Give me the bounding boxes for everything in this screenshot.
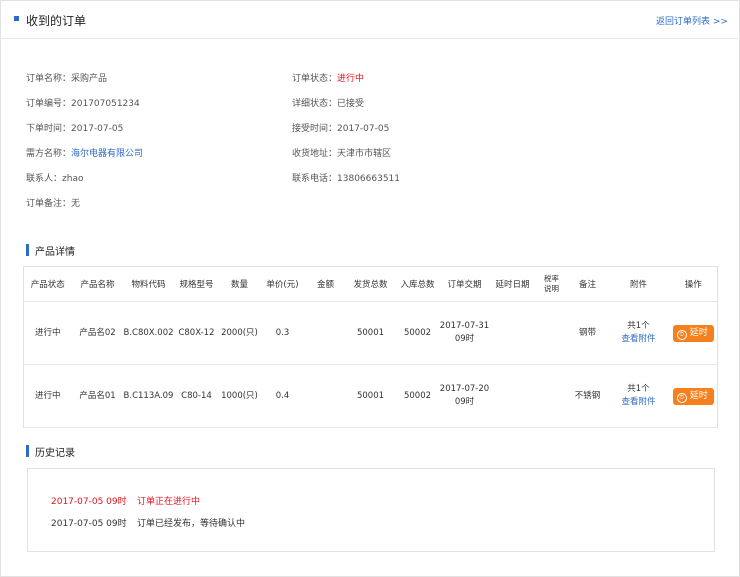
col-header: 税率说明 — [535, 266, 568, 302]
view-attachment-link[interactable]: 查看附件 — [621, 397, 655, 407]
action-cell: ⏱ 延时 — [669, 301, 718, 365]
info-delivery-address: 收货地址：天津市市辖区 — [292, 149, 392, 159]
info-buyer-name: 需方名称：海尔电器有限公司 — [26, 149, 144, 159]
delay-button[interactable]: ⏱ 延时 — [672, 324, 714, 342]
col-header: 订单交期 — [439, 266, 490, 302]
info-accept-time: 接受时间：2017-07-05 — [292, 124, 390, 134]
table-row: 进行中 产品名01 B.C113A.09 C80-14 1000(只) 0.4 … — [23, 364, 718, 428]
delivery-date-cell: 2017-07-20 09时 — [439, 364, 490, 428]
buyer-name-link[interactable]: 海尔电器有限公司 — [71, 149, 143, 159]
info-contact: 联系人：zhao — [26, 174, 84, 184]
info-order-name: 订单名称：采购产品 — [26, 74, 108, 84]
col-header: 产品名称 — [71, 266, 124, 302]
table-row: 进行中 产品名02 B.C80X.002 C80X-12 2000(只) 0.3… — [23, 301, 718, 365]
page-header: 收到的订单 返回订单列表 >> — [0, 0, 738, 39]
col-header: 规格型号 — [173, 266, 220, 302]
history-entry: 2017-07-05 09时 订单已经发布，等待确认中 — [51, 519, 246, 529]
info-order-status: 订单状态：进行中 — [292, 74, 365, 84]
attachment-cell: 共1个 查看附件 — [607, 301, 670, 365]
section-marker-icon — [26, 445, 29, 457]
table-header-row: 产品状态 产品名称 物料代码 规格型号 数量 单价(元) 金额 发货总数 入库总… — [23, 266, 718, 302]
col-header: 单价(元) — [259, 266, 306, 302]
status-badge: 进行中 — [337, 74, 365, 84]
action-cell: ⏱ 延时 — [669, 364, 718, 428]
info-detail-status: 详细状态：已接受 — [292, 99, 365, 109]
col-header: 延时日期 — [489, 266, 536, 302]
history-entry: 2017-07-05 09时 订单正在进行中 — [51, 497, 201, 507]
back-to-order-list-link[interactable]: 返回订单列表 >> — [656, 14, 728, 27]
col-header: 入库总数 — [395, 266, 440, 302]
view-attachment-link[interactable]: 查看附件 — [621, 334, 655, 344]
col-header: 数量 — [219, 266, 260, 302]
page-title: 收到的订单 — [26, 14, 87, 28]
history-panel: 2017-07-05 09时 订单正在进行中 2017-07-05 09时 订单已经… — [27, 468, 715, 552]
col-header: 产品状态 — [23, 266, 72, 302]
title-marker-icon — [14, 16, 19, 21]
col-header: 发货总数 — [345, 266, 396, 302]
clock-icon: ⏱ — [676, 392, 687, 403]
attachment-cell: 共1个 查看附件 — [607, 364, 670, 428]
clock-icon: ⏱ — [676, 329, 687, 340]
product-table: 产品状态 产品名称 物料代码 规格型号 数量 单价(元) 金额 发货总数 入库总… — [23, 266, 718, 428]
section-marker-icon — [26, 244, 29, 256]
delay-button[interactable]: ⏱ 延时 — [672, 387, 714, 405]
info-order-remark: 订单备注：无 — [26, 199, 81, 209]
col-header: 金额 — [305, 266, 346, 302]
info-contact-phone: 联系电话：13806663511 — [292, 174, 401, 184]
col-header: 附件 — [607, 266, 670, 302]
col-header: 物料代码 — [123, 266, 174, 302]
info-order-number: 订单编号：201707051234 — [26, 99, 140, 109]
delivery-date-cell: 2017-07-31 09时 — [439, 301, 490, 365]
col-header: 备注 — [567, 266, 608, 302]
info-order-time: 下单时间：2017-07-05 — [26, 124, 124, 134]
col-header: 操作 — [669, 266, 718, 302]
